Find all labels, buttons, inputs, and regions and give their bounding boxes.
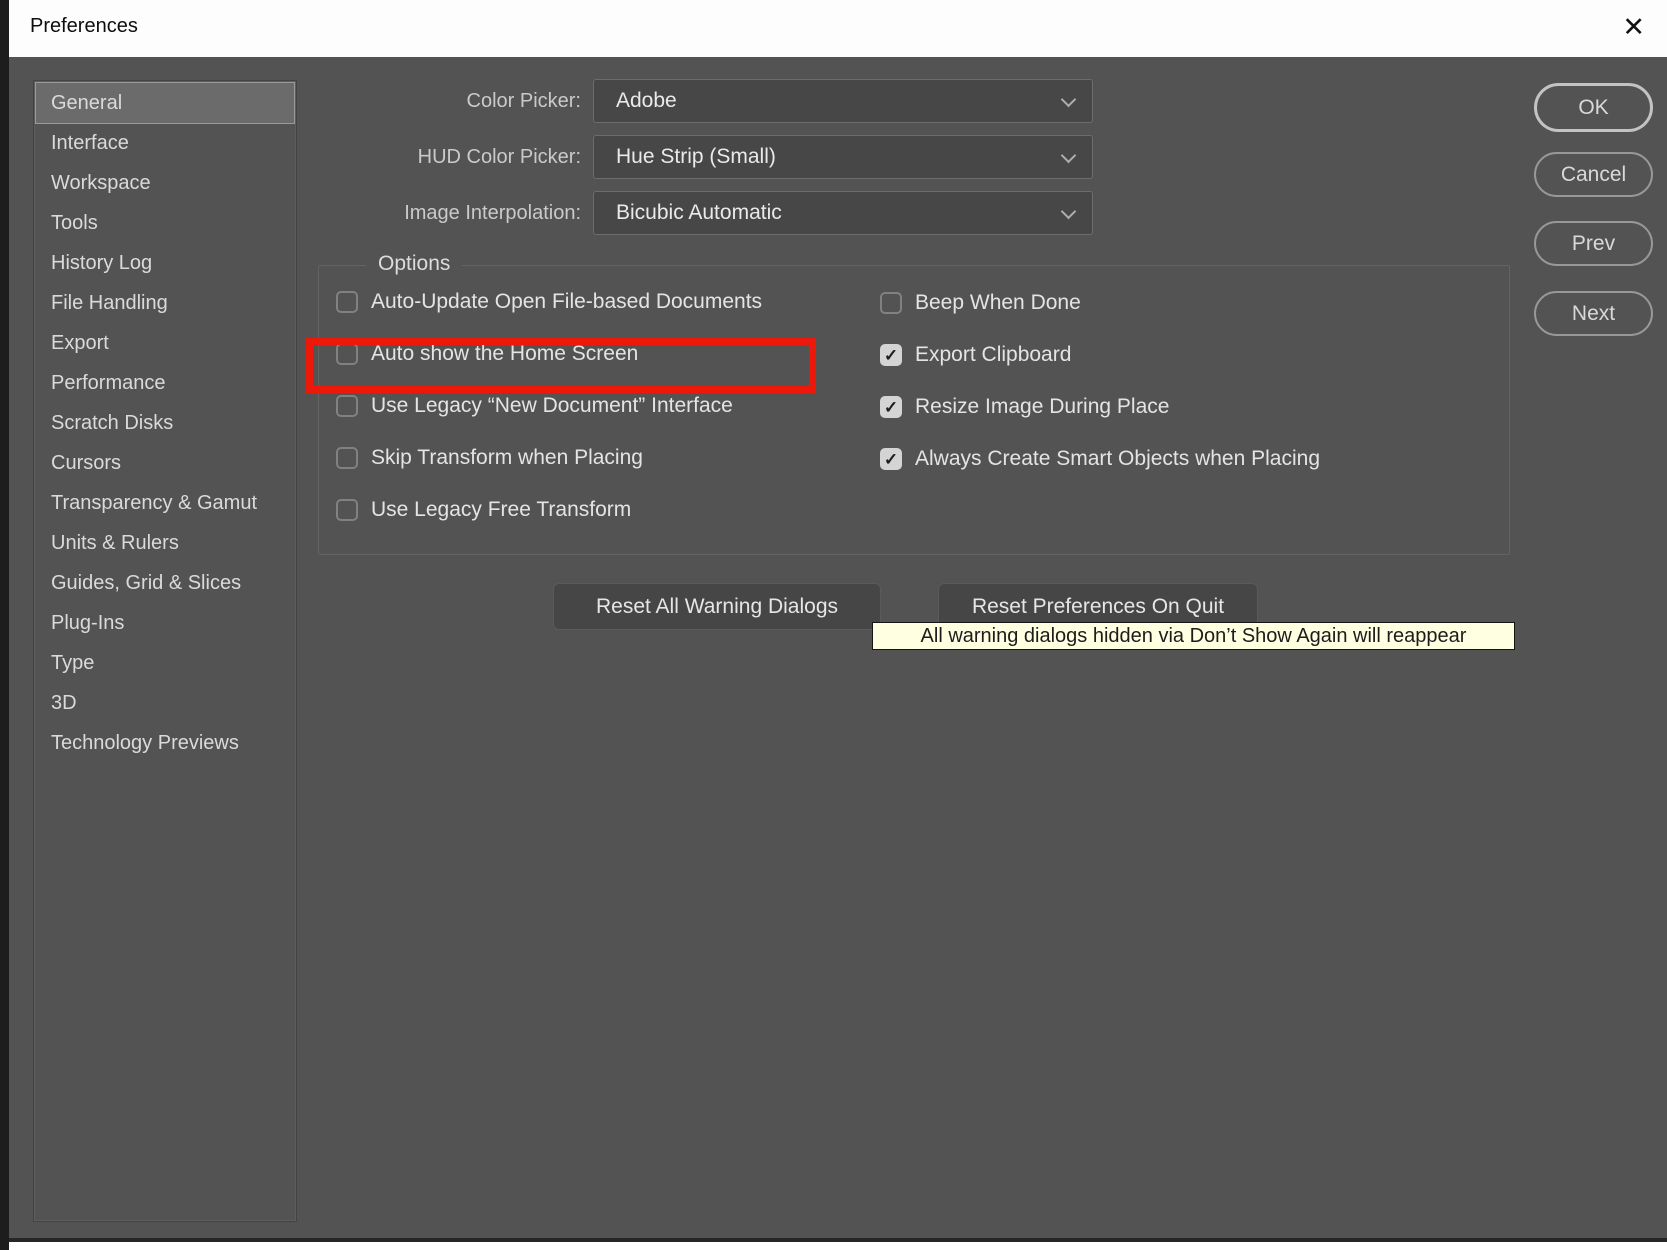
checkbox[interactable] (336, 395, 358, 417)
options-right-column: Beep When Done ✓ Export Clipboard ✓ Resi… (880, 288, 1320, 474)
checkbox[interactable] (336, 343, 358, 365)
sidebar-item-label: History Log (51, 252, 153, 274)
color-picker-select[interactable]: Adobe (593, 79, 1093, 123)
checkbox[interactable]: ✓ (880, 344, 902, 366)
sidebar-item-export[interactable]: Export (34, 323, 296, 363)
reset-all-warning-dialogs-button[interactable]: Reset All Warning Dialogs (553, 583, 881, 630)
checkbox-label: Use Legacy “New Document” Interface (371, 394, 733, 417)
chevron-down-icon (1060, 91, 1077, 108)
sidebar-item-label: Export (51, 332, 109, 354)
color-picker-label: Color Picker: (466, 90, 581, 112)
checkbox-row-use-legacy-new-document-interface: Use Legacy “New Document” Interface (336, 391, 762, 421)
hud-color-picker-label: HUD Color Picker: (417, 146, 581, 168)
sidebar-item-label: Guides, Grid & Slices (51, 572, 242, 594)
checkbox-label: Beep When Done (915, 291, 1081, 314)
chevron-down-icon (1060, 147, 1077, 164)
checkbox[interactable] (880, 292, 902, 314)
sidebar-item-label: Tools (51, 212, 98, 234)
checkbox-row-always-create-smart-objects-when-placing: ✓ Always Create Smart Objects when Placi… (880, 444, 1320, 474)
sidebar-item-label: General (51, 92, 123, 114)
sidebar-item-label: Scratch Disks (51, 412, 174, 434)
image-interpolation-value: Bicubic Automatic (616, 201, 782, 224)
sidebar-item-scratch-disks[interactable]: Scratch Disks (34, 403, 296, 443)
sidebar-item-transparency-gamut[interactable]: Transparency & Gamut (34, 483, 296, 523)
sidebar-list: General Interface Workspace Tools Histor… (34, 81, 296, 763)
prev-button[interactable]: Prev (1534, 221, 1653, 266)
next-button[interactable]: Next (1534, 291, 1653, 336)
sidebar-item-label: File Handling (51, 292, 168, 314)
sidebar-item-type[interactable]: Type (34, 643, 296, 683)
sidebar-item-label: Type (51, 652, 95, 674)
sidebar-item-label: Performance (51, 372, 166, 394)
sidebar-item-history-log[interactable]: History Log (34, 243, 296, 283)
sidebar-item-label: Technology Previews (51, 732, 239, 754)
checkbox-label: Auto-Update Open File-based Documents (371, 290, 763, 313)
checkbox[interactable]: ✓ (880, 396, 902, 418)
sidebar-item-label: Workspace (51, 172, 151, 194)
options-group: Options Auto-Update Open File-based Docu… (318, 252, 1510, 555)
options-left-column: Auto-Update Open File-based Documents Au… (336, 287, 762, 525)
checkbox[interactable] (336, 291, 358, 313)
checkbox-label: Always Create Smart Objects when Placing (915, 447, 1320, 470)
sidebar-item-label: Cursors (51, 452, 122, 474)
checkbox-row-beep-when-done: Beep When Done (880, 288, 1320, 318)
window-edge-strip (0, 0, 9, 1250)
sidebar-item-technology-previews[interactable]: Technology Previews (34, 723, 296, 763)
checkbox-row-use-legacy-free-transform: Use Legacy Free Transform (336, 495, 762, 525)
checkbox-label: Resize Image During Place (915, 395, 1170, 418)
checkbox-row-resize-image-during-place: ✓ Resize Image During Place (880, 392, 1320, 422)
sidebar-item-units-rulers[interactable]: Units & Rulers (34, 523, 296, 563)
checkbox-label: Export Clipboard (915, 343, 1072, 366)
ok-button[interactable]: OK (1534, 83, 1653, 132)
checkbox-row-skip-transform-when-placing: Skip Transform when Placing (336, 443, 762, 473)
checkbox-row-export-clipboard: ✓ Export Clipboard (880, 340, 1320, 370)
window-title: Preferences (30, 15, 138, 37)
close-icon[interactable]: ✕ (1622, 9, 1645, 45)
color-picker-value: Adobe (616, 89, 677, 112)
sidebar-item-label: Transparency & Gamut (51, 492, 258, 514)
checkbox[interactable] (336, 499, 358, 521)
sidebar-item-performance[interactable]: Performance (34, 363, 296, 403)
sidebar-item-3d[interactable]: 3D (34, 683, 296, 723)
titlebar: Preferences ✕ (9, 0, 1667, 57)
sidebar-item-label: Plug-Ins (51, 612, 125, 634)
sidebar-item-label: Units & Rulers (51, 532, 179, 554)
sidebar-item-label: Interface (51, 132, 129, 154)
image-interpolation-label: Image Interpolation: (404, 202, 581, 224)
sidebar-item-file-handling[interactable]: File Handling (34, 283, 296, 323)
checkbox-row-auto-update-open-file-based-documents: Auto-Update Open File-based Documents (336, 287, 762, 317)
sidebar-item-plug-ins[interactable]: Plug-Ins (34, 603, 296, 643)
image-interpolation-select[interactable]: Bicubic Automatic (593, 191, 1093, 235)
tooltip: All warning dialogs hidden via Don’t Sho… (872, 622, 1515, 650)
checkbox-label: Skip Transform when Placing (371, 446, 643, 469)
checkbox-label: Auto show the Home Screen (371, 342, 639, 365)
sidebar-item-cursors[interactable]: Cursors (34, 443, 296, 483)
chevron-down-icon (1060, 203, 1077, 220)
checkbox[interactable] (336, 447, 358, 469)
dialog-body: General Interface Workspace Tools Histor… (9, 57, 1667, 1242)
checkbox[interactable]: ✓ (880, 448, 902, 470)
sidebar: General Interface Workspace Tools Histor… (33, 80, 297, 1222)
cancel-button[interactable]: Cancel (1534, 152, 1653, 197)
options-group-label: Options (366, 252, 463, 276)
checkbox-label: Use Legacy Free Transform (371, 498, 632, 521)
hud-color-picker-value: Hue Strip (Small) (616, 145, 776, 168)
sidebar-item-label: 3D (51, 692, 77, 714)
preferences-window: Preferences ✕ General Interface Workspac… (0, 0, 1667, 1250)
checkbox-row-auto-show-the-home-screen: Auto show the Home Screen (336, 339, 762, 369)
sidebar-item-guides-grid-slices[interactable]: Guides, Grid & Slices (34, 563, 296, 603)
hud-color-picker-select[interactable]: Hue Strip (Small) (593, 135, 1093, 179)
